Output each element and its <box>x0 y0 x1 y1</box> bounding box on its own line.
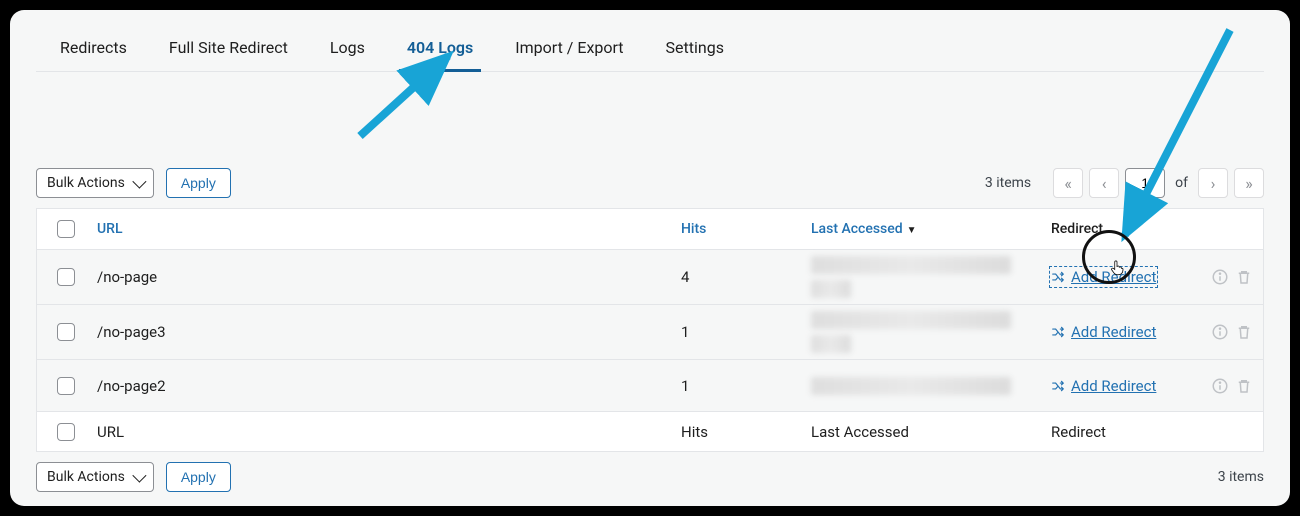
tab-label: Import / Export <box>515 38 623 57</box>
table-header-row: URL Hits Last Accessed▼ Redirect <box>37 209 1263 249</box>
tabs-bar: Redirects Full Site Redirect Logs 404 Lo… <box>36 24 1264 72</box>
foot-last: Last Accessed <box>811 423 909 441</box>
col-hits[interactable]: Hits <box>681 221 706 237</box>
table-row: /no-page2 1 Add Redirect <box>37 359 1263 411</box>
row-checkbox[interactable] <box>57 377 75 395</box>
col-redirect: Redirect <box>1051 221 1103 237</box>
trash-icon[interactable] <box>1235 268 1253 286</box>
row-hits: 4 <box>681 268 689 286</box>
col-url[interactable]: URL <box>97 221 123 237</box>
last-page-button[interactable]: » <box>1234 168 1264 198</box>
table-row: /no-page3 1 Add Redirect <box>37 304 1263 359</box>
row-checkbox[interactable] <box>57 268 75 286</box>
items-count-bottom: 3 items <box>1218 469 1264 485</box>
bulk-actions-label: Bulk Actions <box>47 469 125 485</box>
add-redirect-link[interactable]: Add Redirect <box>1051 377 1156 395</box>
add-redirect-label: Add Redirect <box>1071 268 1156 286</box>
bottom-actionbar: Bulk Actions Apply 3 items <box>36 462 1264 492</box>
table-row: /no-page 4 Add Redirect <box>37 249 1263 304</box>
redacted-text <box>811 377 1011 395</box>
tab-label: Logs <box>330 38 365 57</box>
redacted-text <box>811 311 1011 329</box>
tab-redirects[interactable]: Redirects <box>58 32 129 71</box>
logs-table: URL Hits Last Accessed▼ Redirect /no-pag… <box>36 208 1264 452</box>
chevron-down-icon <box>132 175 146 189</box>
tab-label: Redirects <box>60 38 127 57</box>
info-icon[interactable] <box>1211 377 1229 395</box>
foot-url: URL <box>97 423 124 441</box>
page-input[interactable] <box>1125 168 1165 198</box>
info-icon[interactable] <box>1211 268 1229 286</box>
tab-404-logs[interactable]: 404 Logs <box>405 32 475 71</box>
tab-logs[interactable]: Logs <box>328 32 367 71</box>
row-hits: 1 <box>681 377 689 395</box>
info-icon[interactable] <box>1211 323 1229 341</box>
trash-icon[interactable] <box>1235 377 1253 395</box>
bulk-actions-select-bottom[interactable]: Bulk Actions <box>36 462 154 492</box>
tab-import-export[interactable]: Import / Export <box>513 32 625 71</box>
select-all-checkbox[interactable] <box>57 220 75 238</box>
chevron-down-icon <box>132 469 146 483</box>
page-of-label: of <box>1171 175 1192 191</box>
add-redirect-link[interactable]: Add Redirect <box>1051 268 1156 286</box>
first-page-button[interactable]: « <box>1053 168 1083 198</box>
redacted-text <box>811 256 1011 274</box>
top-actionbar: Bulk Actions Apply 3 items « ‹ of › » <box>36 168 1264 198</box>
add-redirect-label: Add Redirect <box>1071 323 1156 341</box>
logs-panel: Redirects Full Site Redirect Logs 404 Lo… <box>10 10 1290 506</box>
shuffle-icon <box>1051 270 1065 284</box>
pager: « ‹ of › » <box>1053 168 1264 198</box>
row-url: /no-page2 <box>97 377 166 395</box>
trash-icon[interactable] <box>1235 323 1253 341</box>
tab-label: 404 Logs <box>407 38 473 57</box>
add-redirect-link[interactable]: Add Redirect <box>1051 323 1156 341</box>
redacted-text <box>811 335 851 353</box>
tab-settings[interactable]: Settings <box>664 32 726 71</box>
apply-button[interactable]: Apply <box>166 168 231 198</box>
items-count: 3 items <box>985 175 1031 191</box>
row-url: /no-page <box>97 268 157 286</box>
sort-desc-icon: ▼ <box>907 225 917 236</box>
foot-hits: Hits <box>681 423 708 441</box>
add-redirect-label: Add Redirect <box>1071 377 1156 395</box>
row-checkbox[interactable] <box>57 323 75 341</box>
redacted-text <box>811 280 851 298</box>
prev-page-button[interactable]: ‹ <box>1089 168 1119 198</box>
apply-button-bottom[interactable]: Apply <box>166 462 231 492</box>
bulk-actions-label: Bulk Actions <box>47 175 125 191</box>
row-hits: 1 <box>681 323 689 341</box>
select-all-checkbox-bottom[interactable] <box>57 423 75 441</box>
next-page-button[interactable]: › <box>1198 168 1228 198</box>
row-url: /no-page3 <box>97 323 166 341</box>
shuffle-icon <box>1051 325 1065 339</box>
table-footer-row: URL Hits Last Accessed Redirect <box>37 411 1263 451</box>
tab-label: Full Site Redirect <box>169 38 288 57</box>
tab-label: Settings <box>666 38 724 57</box>
tab-full-site-redirect[interactable]: Full Site Redirect <box>167 32 290 71</box>
foot-redirect: Redirect <box>1051 423 1106 441</box>
bulk-actions-select[interactable]: Bulk Actions <box>36 168 154 198</box>
col-last-accessed[interactable]: Last Accessed▼ <box>811 221 917 237</box>
shuffle-icon <box>1051 379 1065 393</box>
